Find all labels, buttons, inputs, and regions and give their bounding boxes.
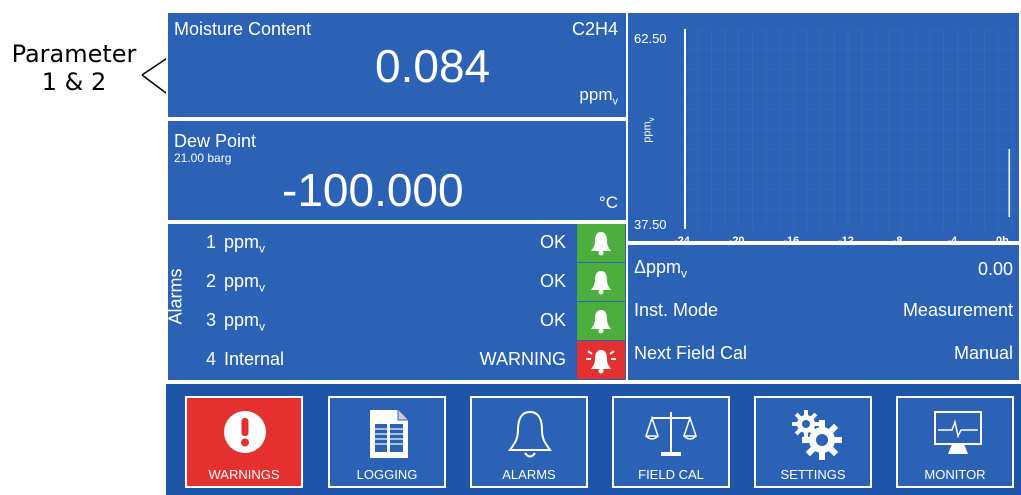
alarm-number: 4 [206,349,217,369]
alarm-row[interactable]: 3 ppmv OK [168,302,628,340]
scales-icon [644,412,698,456]
mode-label: Inst. Mode [634,300,719,320]
alarm-bell-indicator [577,341,625,379]
alarm-number: 2 [206,271,217,291]
annotation-line-1: Parameter [11,40,137,68]
annotation-label: Parameter 1 & 2 [8,40,140,96]
bell-icon [508,410,552,458]
alarm-name: ppmv [224,232,266,256]
alarm-status: WARNING [479,349,566,369]
moisture-label: Moisture Content [174,19,312,39]
trend-chart [684,29,1018,229]
alarm-status: OK [539,271,566,291]
cal-label: Next Field Cal [634,343,748,363]
chart-ymax-label: 62.50 [634,31,667,46]
alarm-bell-icon [590,230,612,256]
alarm-row[interactable]: 1 ppmv OK [168,224,628,262]
alarm-name: Internal [224,349,285,369]
alarm-status: OK [539,232,566,252]
monitor-icon [934,411,982,454]
dewpoint-panel[interactable]: Dew Point 21.00 barg -100.000 °C [166,119,628,222]
moisture-panel[interactable]: Moisture Content C2H4 0.084 ppmv [166,11,628,119]
alarm-bell-indicator [577,302,625,340]
alarm-row[interactable]: 4 Internal WARNING [168,341,628,379]
alarm-bell-icon [590,308,612,334]
monitor-button[interactable]: MONITOR [896,396,1014,488]
warnings-button[interactable]: WARNINGS [185,396,303,488]
settings-button[interactable]: SETTINGS [754,396,872,488]
alarm-name: ppmv [224,271,266,295]
moisture-value: 0.084 [375,40,491,92]
warning-icon [224,411,266,453]
alarm-bell-indicator [577,224,625,262]
delta-label: Δppmv [634,257,688,281]
trend-chart-panel[interactable]: 62.50 37.50 ppmv -24 -20 -16 -12 -8 -4 0h [628,11,1021,247]
dewpoint-value: -100.000 [282,164,464,216]
monitor-label: MONITOR [924,467,986,482]
nav-bar: WARNINGS LOGGING ALARMS FIELD CAL SETTIN… [166,382,1021,495]
logging-icon [370,410,408,458]
alarm-status: OK [539,310,566,330]
alarm-number: 1 [206,232,217,252]
chart-ymin-label: 37.50 [634,217,667,232]
field-cal-label: FIELD CAL [638,467,704,482]
annotation-line-2: 1 & 2 [41,68,107,96]
mode-value: Measurement [902,300,1013,320]
logging-label: LOGGING [356,467,418,482]
gears-icon [792,410,842,460]
alarm-number: 3 [206,310,217,330]
chart-ylabel: ppmv [641,117,656,143]
logging-button[interactable]: LOGGING [328,396,446,488]
alarm-bell-ringing-icon [585,345,617,375]
gas-type: C2H4 [571,19,618,39]
alarm-bell-indicator [577,263,625,301]
dewpoint-label: Dew Point [174,131,257,151]
settings-label: SETTINGS [780,467,846,482]
alarm-row[interactable]: 2 ppmv OK [168,263,628,301]
field-cal-button[interactable]: FIELD CAL [612,396,730,488]
alarms-button[interactable]: ALARMS [470,396,588,488]
dewpoint-pressure: 21.00 barg [174,151,232,165]
alarms-nav-label: ALARMS [502,467,556,482]
alarm-name: ppmv [224,310,266,334]
cal-value: Manual [953,343,1013,363]
dewpoint-unit: °C [598,193,618,212]
instrument-screen: Moisture Content C2H4 0.084 ppmv Dew Poi… [166,11,1021,495]
delta-value: 0.00 [977,259,1013,279]
alarm-bell-icon [590,269,612,295]
moisture-unit: ppmv [579,85,618,108]
warnings-label: WARNINGS [208,467,280,482]
alarms-panel[interactable]: Alarms 1 ppmv OK 2 ppmv OK 3 ppmv OK 4 Internal WAR… [166,222,628,382]
info-panel: Δppmv 0.00 Inst. Mode Measurement Next F… [628,243,1021,382]
